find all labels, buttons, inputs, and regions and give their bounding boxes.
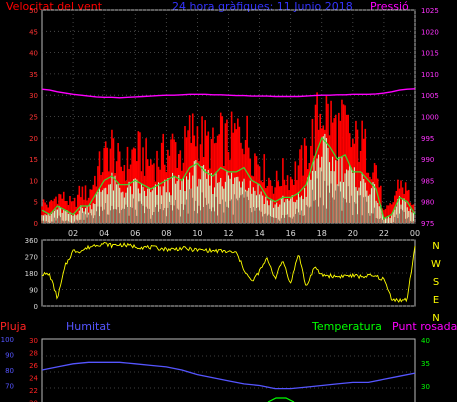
wind-tick-label: 20 [29, 135, 38, 143]
wind-tick-label: 40 [29, 50, 38, 58]
pressure-tick-label: 1005 [421, 92, 439, 100]
dir-tick-label: 270 [25, 254, 38, 262]
rain-label: Pluja [0, 320, 26, 333]
pressure-tick-label: 1020 [421, 28, 439, 36]
wind-tick-label: 50 [29, 7, 38, 15]
time-tick-label: 22 [379, 229, 389, 238]
compass-label: N [432, 241, 439, 252]
rain-tick-label: 30 [29, 337, 38, 345]
wind-tick-label: 15 [29, 156, 38, 164]
rain-tick-label: 22 [29, 387, 38, 395]
compass-label: W [431, 259, 441, 270]
right-axis-label: Pressió [370, 0, 409, 13]
compass-label: S [433, 277, 439, 288]
humidity-tick-label: 70 [5, 383, 14, 391]
pressure-tick-label: 1025 [421, 7, 439, 15]
pressure-tick-label: 975 [421, 220, 434, 228]
time-tick-label: 20 [348, 229, 358, 238]
humidity-tick-label: 80 [5, 367, 14, 375]
humidity-tick-label: 100 [1, 336, 14, 344]
pressure-tick-label: 1010 [421, 71, 439, 79]
humidity-line [41, 361, 416, 390]
pressure-tick-label: 1015 [421, 50, 439, 58]
time-tick-label: 00 [410, 229, 420, 238]
wind-tick-label: 45 [29, 28, 38, 36]
dir-tick-label: 0 [34, 303, 38, 311]
chart-title: 24 hora gràfiques: 11 Junio 2018 [172, 0, 353, 13]
time-tick-label: 02 [68, 229, 78, 238]
dir-tick-label: 180 [25, 270, 38, 278]
pressure-tick-label: 980 [421, 199, 434, 207]
pressure-tick-label: 995 [421, 135, 434, 143]
wind-tick-label: 0 [34, 220, 38, 228]
time-tick-label: 04 [99, 229, 109, 238]
dewpoint-label: Punt rosada [392, 320, 457, 333]
time-tick-label: 10 [192, 229, 202, 238]
time-tick-label: 06 [130, 229, 140, 238]
wind-tick-label: 25 [29, 114, 38, 122]
pressure-tick-label: 985 [421, 177, 434, 185]
pressure-tick-label: 1000 [421, 114, 439, 122]
rain-tick-label: 24 [29, 375, 38, 383]
wind-tick-label: 10 [29, 177, 38, 185]
pressure-tick-label: 990 [421, 156, 434, 164]
dir-tick-label: 360 [25, 237, 38, 245]
temperature-tick-label: 40 [421, 337, 430, 345]
wind-tick-label: 5 [34, 199, 38, 207]
wind-tick-label: 35 [29, 71, 38, 79]
left-axis-label: Velocitat del vent [6, 0, 103, 13]
humidity-tick-label: 90 [5, 352, 14, 360]
temperature-line [267, 397, 295, 402]
time-tick-label: 18 [317, 229, 327, 238]
temperature-label: Temperatura [311, 320, 382, 333]
wind-tick-label: 30 [29, 92, 38, 100]
dir-tick-label: 90 [29, 287, 38, 295]
time-tick-label: 14 [254, 229, 264, 238]
time-tick-label: 16 [286, 229, 296, 238]
temperature-tick-label: 35 [421, 360, 430, 368]
direction-line [41, 241, 416, 303]
humidity-label: Humitat [66, 320, 111, 333]
weather-charts: Velocitat del vent 24 hora gràfiques: 11… [0, 0, 457, 402]
rain-tick-label: 28 [29, 350, 38, 358]
time-tick-label: 08 [161, 229, 171, 238]
direction-panel-frame [41, 239, 416, 307]
compass-label: E [433, 295, 439, 306]
temperature-tick-label: 30 [421, 383, 430, 391]
time-tick-label: 12 [223, 229, 233, 238]
humidity-panel-frame [41, 338, 416, 402]
rain-tick-label: 26 [29, 362, 38, 370]
